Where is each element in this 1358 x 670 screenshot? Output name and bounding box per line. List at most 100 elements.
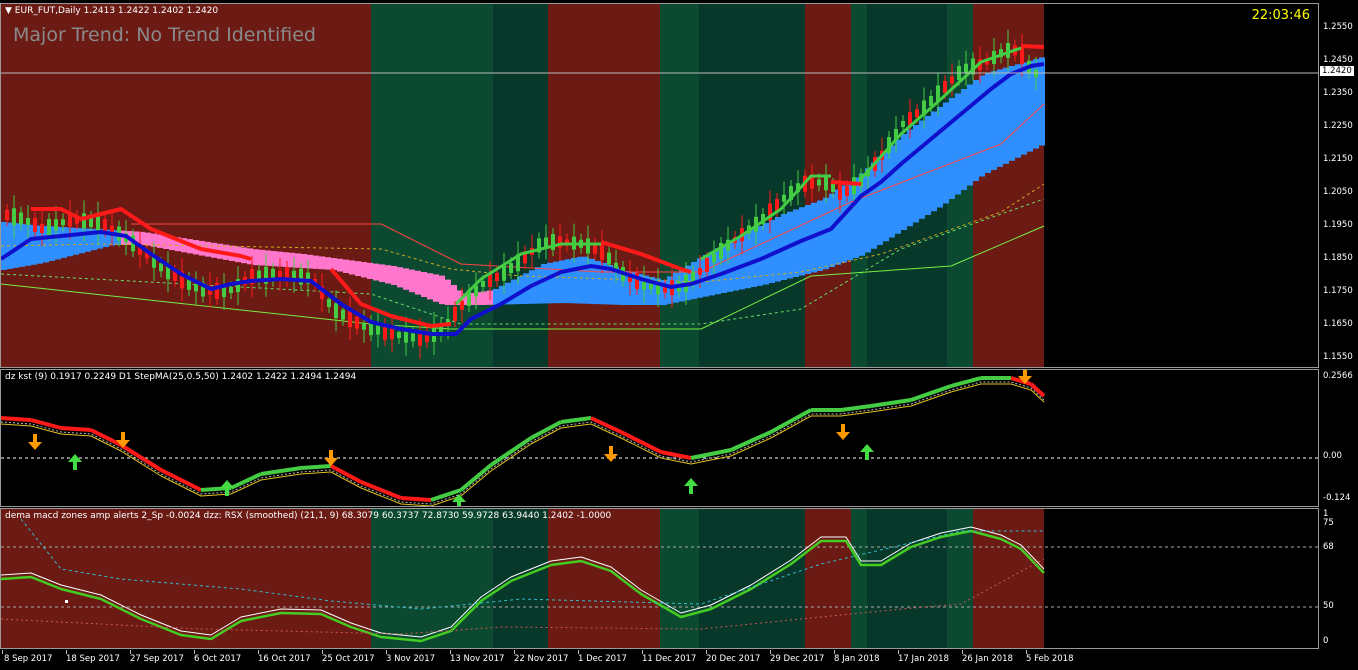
price-tick: 1.2250 [1323, 121, 1353, 131]
candle-body [33, 218, 37, 232]
band-column [427, 273, 433, 300]
price-chart-canvas[interactable] [1, 4, 1319, 368]
symbol-header: ▼ EUR_FUT,Daily 1.2413 1.2422 1.2402 1.2… [5, 6, 218, 16]
kst-axis[interactable]: 0.2566 0.00 -0.124 [1319, 369, 1358, 507]
band-column [961, 89, 967, 190]
candle-body [5, 210, 9, 220]
price-axis[interactable]: 1.2550 1.2450 1.2350 1.2250 1.2150 1.205… [1319, 3, 1358, 368]
band-column [967, 84, 973, 186]
candle-body [397, 332, 401, 338]
candle-body [544, 237, 548, 247]
candle-body [810, 177, 814, 189]
candle-body [12, 208, 16, 226]
kst-indicator-pane[interactable]: dz kst (9) 0.1917 0.2249 D1 StepMA(25,0.… [0, 369, 1319, 507]
price-tick: 1.2550 [1323, 22, 1353, 32]
candle-body [705, 258, 709, 272]
trend-zone [699, 509, 805, 648]
date-label: 18 Sep 2017 [66, 654, 120, 664]
band-column [373, 263, 379, 281]
candle-body [964, 63, 968, 73]
candle-body [96, 214, 100, 232]
rsx-axis[interactable]: 1 75 68 50 0 [1319, 508, 1358, 649]
candle-body [817, 179, 821, 186]
candle-body [845, 186, 849, 196]
band-column [379, 264, 385, 282]
candle-body [698, 268, 702, 276]
band-column [433, 274, 439, 302]
band-column [745, 232, 751, 289]
band-column [577, 256, 583, 304]
band-column [367, 262, 373, 279]
price-tick: 1.2450 [1323, 55, 1353, 65]
candle-body [852, 177, 856, 195]
band-column [73, 227, 79, 255]
rsx-tick: 50 [1323, 601, 1334, 611]
date-label: 3 Nov 2017 [386, 654, 436, 664]
candle-body [341, 309, 345, 320]
date-label: 1 Dec 2017 [578, 654, 627, 664]
candle-body [453, 307, 457, 321]
price-tick: 1.1950 [1323, 220, 1353, 230]
candle-body [159, 263, 163, 272]
band-column [361, 262, 367, 278]
candle-body [26, 218, 30, 225]
rsx-canvas[interactable] [1, 509, 1319, 649]
kst-line [400, 496, 432, 502]
candle-body [54, 219, 58, 231]
date-tick [898, 650, 899, 654]
band-column [931, 111, 937, 212]
band-column [355, 261, 361, 276]
candle-body [278, 270, 282, 278]
rsx-header: dema macd zones amp alerts 2_Sp -0.0024 … [5, 511, 612, 521]
price-tick: 1.1850 [1323, 253, 1353, 263]
price-tick: 1.2350 [1323, 88, 1353, 98]
stop-line-bear [830, 180, 862, 186]
kst-line [260, 466, 302, 476]
candle-body [502, 265, 506, 281]
band-column [973, 80, 979, 181]
kst-line [300, 464, 332, 470]
band-column [331, 258, 337, 270]
candle-body [838, 184, 842, 200]
candle-body [40, 224, 44, 233]
band-column [889, 145, 895, 238]
dropdown-triangle-icon[interactable]: ▼ [5, 6, 12, 16]
band-column [565, 259, 571, 304]
band-column [409, 269, 415, 293]
price-tick: 1.1650 [1323, 319, 1353, 329]
band-column [955, 93, 961, 195]
date-tick [642, 650, 643, 654]
candle-body [47, 219, 51, 235]
date-label: 16 Oct 2017 [258, 654, 311, 664]
band-column [733, 238, 739, 291]
trend-zone [548, 509, 660, 648]
candle-body [355, 316, 359, 329]
rsx-indicator-pane[interactable]: dema macd zones amp alerts 2_Sp -0.0024 … [0, 508, 1319, 649]
kst-line [60, 426, 92, 432]
arrow-down-icon [324, 450, 338, 466]
band-column [937, 107, 943, 208]
candle-body [831, 184, 835, 192]
trend-zone [1, 4, 371, 367]
kst-tick: 0.00 [1323, 451, 1342, 461]
kst-line [620, 430, 662, 454]
candle-body [376, 325, 380, 335]
candle-body [600, 243, 604, 261]
date-label: 20 Dec 2017 [706, 654, 761, 664]
kst-line [1, 416, 32, 422]
trend-zone [867, 509, 947, 648]
kst-canvas[interactable] [1, 370, 1319, 507]
band-column [1003, 67, 1009, 164]
price-tick: 1.1550 [1323, 352, 1353, 362]
server-clock: 22:03:46 [1251, 8, 1310, 23]
band-column [1027, 60, 1033, 152]
trend-label: Major Trend: No Trend Identified [13, 24, 316, 46]
kst-line [840, 404, 872, 412]
price-chart-pane[interactable]: ▼ EUR_FUT,Daily 1.2413 1.2422 1.2402 1.2… [0, 3, 1319, 368]
band-column [337, 258, 343, 272]
date-axis[interactable]: 8 Sep 2017 18 Sep 2017 27 Sep 2017 6 Oct… [0, 650, 1319, 670]
kst-tick: 0.2566 [1323, 371, 1353, 381]
kst-line [230, 472, 262, 490]
candle-body [390, 328, 394, 340]
band-column [445, 279, 451, 305]
